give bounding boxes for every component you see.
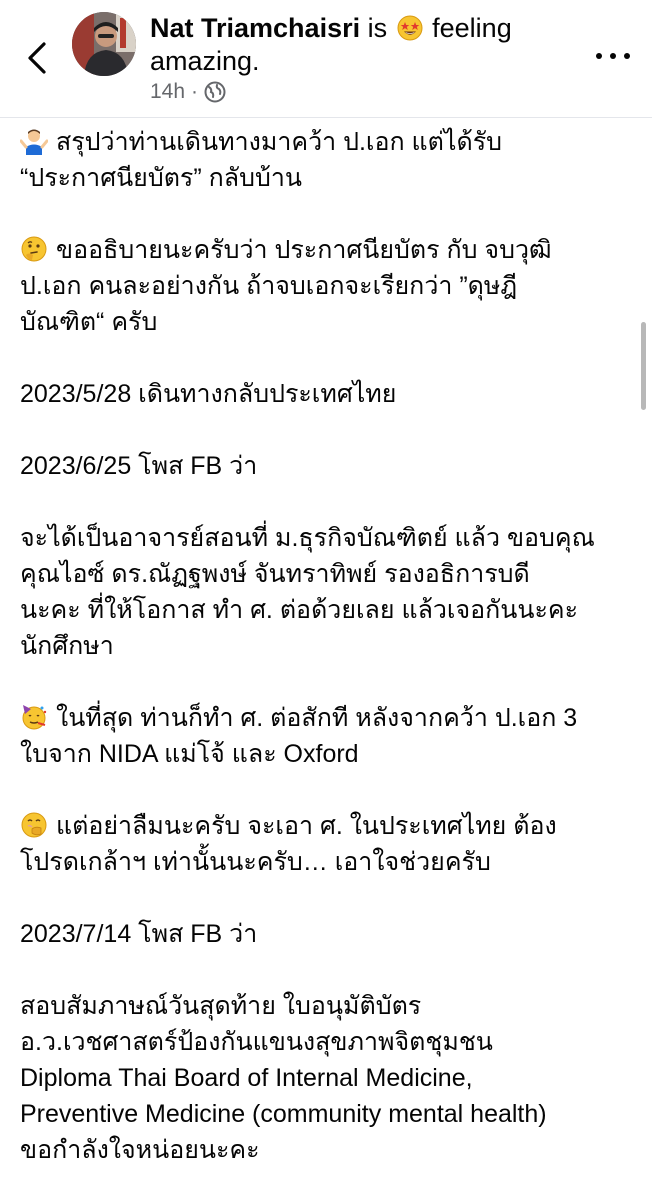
post-text: 2023/7/14 โพส FB ว่า <box>20 920 258 948</box>
post-title: Nat Triamchaisri is feeling amazing. <box>150 12 590 78</box>
star-struck-emoji-icon <box>397 15 423 41</box>
text-line: สรุปว่าท่านเดินทางมาคว้า ป.เอก แต่ได้รับ <box>20 124 632 160</box>
face-with-hand-over-mouth-emoji-icon <box>21 812 47 838</box>
post-paragraph: ขออธิบายนะครับว่า ประกาศนียบัตร กับ จบวุ… <box>20 232 632 340</box>
text-line: แต่อย่าลืมนะครับ จะเอา ศ. ในประเทศไทย ต้… <box>20 808 632 844</box>
post-text: นะคะ ที่ให้โอกาส ทำ ศ. ต่อด้วยเลย แล้วเจ… <box>20 596 579 624</box>
more-dot <box>610 53 616 59</box>
post-text: ขออธิบายนะครับว่า ประกาศนียบัตร กับ จบวุ… <box>56 236 552 264</box>
post-text: แต่อย่าลืมนะครับ จะเอา ศ. ในประเทศไทย ต้… <box>56 812 557 840</box>
post-text: สรุปว่าท่านเดินทางมาคว้า ป.เอก แต่ได้รับ <box>56 128 503 156</box>
more-options-button[interactable] <box>596 44 630 68</box>
text-line: ขออธิบายนะครับว่า ประกาศนียบัตร กับ จบวุ… <box>20 232 632 268</box>
post-text: อ.ว.เวชศาสตร์ป้องกันแขนงสุขภาพจิตชุมชน <box>20 1028 493 1056</box>
post-text: Preventive Medicine (community mental he… <box>20 1100 547 1128</box>
post-text: โปรดเกล้าฯ เท่านั้นนะครับ… เอาใจช่วยครับ <box>20 848 491 876</box>
meta-separator: · <box>191 80 199 103</box>
post-text: จะได้เป็นอาจารย์สอนที่ ม.ธุรกิจบัณฑิตย์ … <box>20 524 595 552</box>
post-text: สอบสัมภาษณ์วันสุดท้าย ใบอนุมัติบัตร <box>20 992 422 1020</box>
post-paragraph: 2023/7/14 โพส FB ว่า <box>20 916 632 952</box>
back-button[interactable] <box>22 40 52 76</box>
post-text: ขอกำลังใจหน่อยนะคะ <box>20 1136 260 1164</box>
globe-icon <box>204 81 226 103</box>
post-body: สรุปว่าท่านเดินทางมาคว้า ป.เอก แต่ได้รับ… <box>20 124 632 1204</box>
post-paragraph: แต่อย่าลืมนะครับ จะเอา ศ. ในประเทศไทย ต้… <box>20 808 632 880</box>
post-text: บัณฑิต“ ครับ <box>20 308 158 336</box>
post-text: นักศึกษา <box>20 632 114 660</box>
avatar-photo <box>72 12 136 76</box>
post-paragraph: จะได้เป็นอาจารย์สอนที่ ม.ธุรกิจบัณฑิตย์ … <box>20 520 632 664</box>
status-prefix: is <box>367 13 388 43</box>
post-text: 2023/6/25 โพส FB ว่า <box>20 452 258 480</box>
post-text: “ประกาศนียบัตร” กลับบ้าน <box>20 164 302 192</box>
chevron-left-icon <box>28 42 46 74</box>
more-dot <box>596 53 602 59</box>
status-suffix: feeling <box>432 13 512 43</box>
avatar[interactable] <box>72 12 136 76</box>
person-shrugging-emoji-icon <box>20 127 48 155</box>
post-meta: 14h · <box>150 80 226 104</box>
post-text: Diploma Thai Board of Internal Medicine, <box>20 1064 473 1092</box>
post-time[interactable]: 14h <box>150 80 185 104</box>
thinking-face-emoji-icon <box>21 236 47 262</box>
post-text: ป.เอก คนละอย่างกัน ถ้าจบเอกจะเรียกว่า ”ด… <box>20 272 518 300</box>
post-text: ใบจาก NIDA แม่โจ้ และ Oxford <box>20 740 359 768</box>
scrollbar-thumb[interactable] <box>641 322 646 410</box>
post-paragraph: 2023/6/25 โพส FB ว่า <box>20 448 632 484</box>
post-text: 2023/5/28 เดินทางกลับประเทศไทย <box>20 380 397 408</box>
post-paragraph: ในที่สุด ท่านก็ทำ ศ. ต่อสักที หลังจากคว้… <box>20 700 632 772</box>
post-paragraph: สรุปว่าท่านเดินทางมาคว้า ป.เอก แต่ได้รับ… <box>20 124 632 196</box>
post-text: ในที่สุด ท่านก็ทำ ศ. ต่อสักที หลังจากคว้… <box>56 704 578 732</box>
post-paragraph: 2023/5/28 เดินทางกลับประเทศไทย <box>20 376 632 412</box>
author-name[interactable]: Nat Triamchaisri <box>150 13 360 43</box>
post-header: Nat Triamchaisri is feeling amazing. 14h… <box>0 0 652 118</box>
more-dot <box>624 53 630 59</box>
post-text: คุณไอซ์ ดร.ณัฏฐพงษ์ จันทราทิพย์ รองอธิกา… <box>20 560 530 588</box>
feeling-text: amazing. <box>150 46 260 76</box>
partying-face-emoji-icon <box>22 705 47 730</box>
text-line: ในที่สุด ท่านก็ทำ ศ. ต่อสักที หลังจากคว้… <box>20 700 632 736</box>
post-paragraph: สอบสัมภาษณ์วันสุดท้าย ใบอนุมัติบัตร อ.ว.… <box>20 988 632 1168</box>
